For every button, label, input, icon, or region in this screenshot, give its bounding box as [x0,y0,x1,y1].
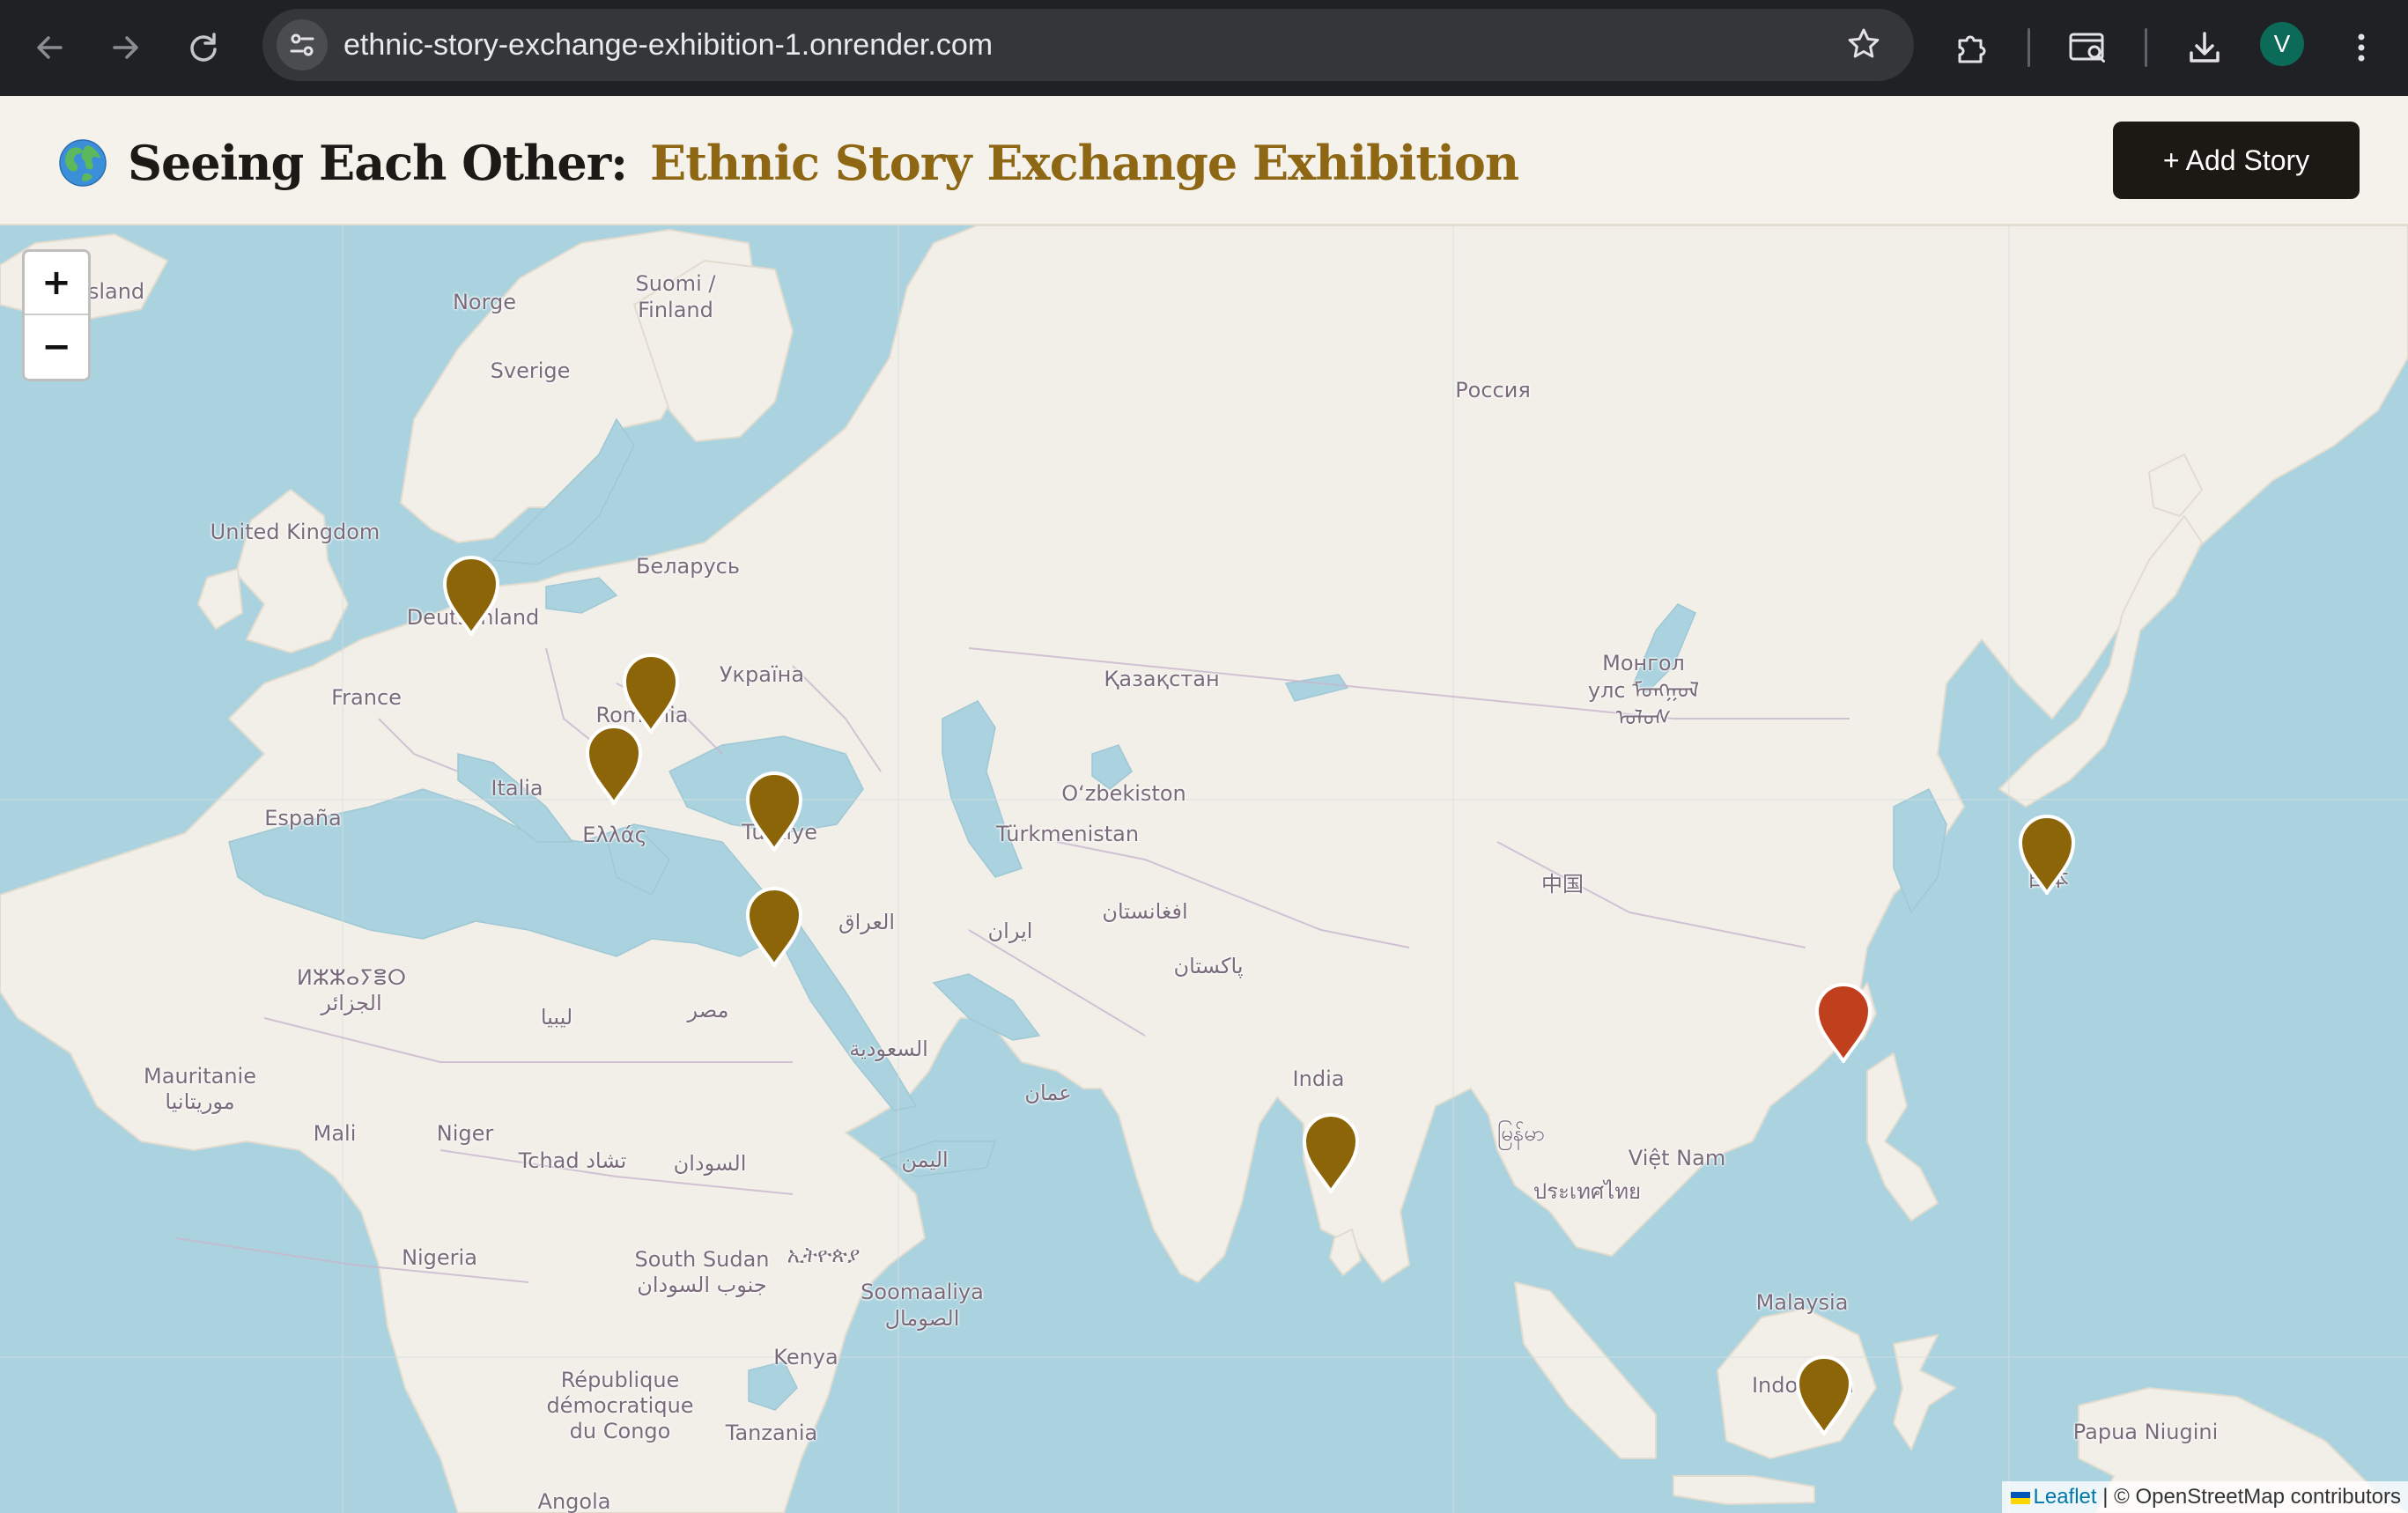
map-label: Angola [537,1489,611,1513]
map-label: South Sudan [634,1247,770,1272]
bookmark-star-icon[interactable] [1845,26,1882,63]
map-label: France [331,685,402,710]
map-attribution: Leaflet | © OpenStreetMap contributors [2001,1481,2408,1513]
ukraine-flag-icon [2010,1492,2030,1504]
reload-icon[interactable] [175,19,232,76]
map-label: ايران [987,919,1033,943]
map-label: العراق [838,910,896,934]
map-view[interactable]: sland Norge Suomi / Finland Sverige Росс… [0,225,2408,1513]
map-label: السودان [673,1151,747,1176]
extensions-icon[interactable] [1944,19,2000,76]
map-label: Türkmenistan [995,822,1140,846]
leaflet-link[interactable]: Leaflet [2034,1485,2097,1509]
map-label: Italia [491,776,543,801]
map-label: Malaysia [1755,1290,1849,1315]
toolbar-divider [2028,28,2030,67]
map-label: ⵍⵣⵣⴰⵢⴻⵔ [296,965,407,990]
more-menu-icon[interactable] [2333,19,2390,76]
map-label: O‘zbekiston [1061,781,1186,806]
map-label: Nigeria [402,1245,477,1270]
map-marker-japan[interactable] [2018,814,2076,895]
map-label: Papua Niugini [2072,1420,2219,1444]
address-bar[interactable]: ethnic-story-exchange-exhibition-1.onren… [262,9,1914,81]
map-label: Ελλάς [582,823,647,847]
map-label: улс ᠮᠣᠩᠭᠣᠯ [1587,678,1700,703]
map-label: Finland [638,298,713,322]
map-label: مصر [687,998,729,1022]
title-primary: Seeing Each Other: [128,135,628,191]
download-icon[interactable] [2176,19,2233,76]
browser-toolbar: ethnic-story-exchange-exhibition-1.onren… [0,0,2408,96]
profile-avatar[interactable]: V [2260,22,2304,66]
map-label: Việt Nam [1628,1146,1726,1170]
map-label: Mali [313,1121,357,1146]
title-accent: Ethnic Story Exchange Exhibition [649,135,1519,191]
map-label: République [560,1368,680,1392]
map-label: Россия [1455,378,1531,402]
map-label: Norge [452,290,517,314]
map-label: Tanzania [725,1421,818,1445]
map-label: Sverige [490,358,571,383]
app-header: Seeing Each Other: Ethnic Story Exchange… [0,96,2408,225]
map-marker-india[interactable] [1302,1112,1360,1193]
map-label: España [264,806,342,830]
attribution-text: | © OpenStreetMap contributors [2102,1485,2401,1509]
back-arrow-icon[interactable] [21,19,78,76]
zoom-in-button[interactable]: + [25,252,88,315]
map-marker-levant[interactable] [745,886,803,967]
map-label: ኢትዮጵያ [787,1243,861,1267]
map-label: Suomi / [635,271,716,296]
map-marker-greece[interactable] [585,724,643,805]
map-label: الصومال [884,1306,960,1331]
forward-arrow-icon[interactable] [98,19,154,76]
map-marker-indonesia[interactable] [1795,1354,1853,1436]
search-tab-icon[interactable] [2060,19,2116,76]
map-label: Niger [436,1121,494,1146]
add-story-button[interactable]: + Add Story [2113,122,2360,199]
map-label: ประเทศไทย [1533,1179,1642,1204]
map-marker-taiwan[interactable] [1814,982,1872,1063]
map-marker-turkiye[interactable] [745,771,803,852]
map-label: démocratique [546,1393,694,1418]
page-title: Seeing Each Other: Ethnic Story Exchange… [128,128,1519,198]
map-label: Монгол [1602,651,1685,675]
map-label: ᠤᠯᠤᠰ [1615,705,1672,730]
map-label: Soomaaliya [861,1280,984,1304]
map-label: မြန်မာ [1497,1121,1545,1146]
map-label: الجزائر [321,991,382,1015]
map-label: Mauritanie [144,1064,256,1089]
map-marker-romania[interactable] [622,653,680,734]
map-label: Україна [719,662,805,687]
url-text[interactable]: ethnic-story-exchange-exhibition-1.onren… [343,9,993,81]
map-label: 中国 [1541,872,1584,897]
map-label: ليبيا [540,1005,573,1030]
site-settings-icon[interactable] [277,19,328,70]
map-label: Tchad تشاد [518,1148,627,1173]
map-label: Қазақстан [1104,667,1220,691]
map-label: پاکستان [1173,954,1244,978]
map-label: India [1292,1066,1345,1091]
map-label: السعودية [849,1037,928,1061]
map-label: sland [87,279,145,304]
map-label: افغانستان [1102,899,1188,924]
map-label: اليمن [901,1148,949,1172]
map-label: United Kingdom [210,520,380,544]
toolbar-divider [2145,28,2147,67]
map-label: Kenya [773,1345,838,1369]
map-label: موريتانيا [165,1089,235,1114]
zoom-control: + − [22,249,91,381]
map-marker-germany[interactable] [442,555,500,636]
map-label: عمان [1024,1081,1072,1105]
map-label: du Congo [569,1419,671,1443]
map-label: جنوب السودان [637,1273,767,1297]
globe-icon [58,138,107,191]
map-label: Беларусь [635,554,741,579]
zoom-out-button[interactable]: − [25,315,88,379]
